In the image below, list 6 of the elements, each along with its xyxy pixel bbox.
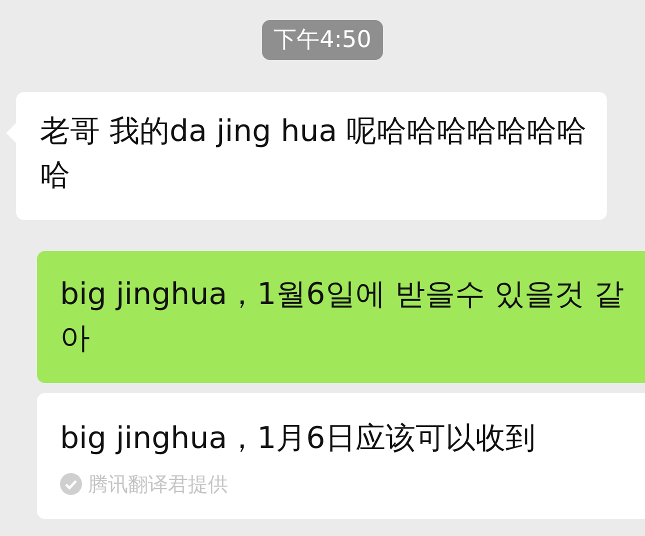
timestamp: 下午4:50 (262, 20, 384, 60)
check-icon (60, 473, 82, 495)
translated-text: big jinghua，1月6日应该可以收到 (60, 420, 536, 458)
message-bubble: 老哥 我的da jing hua 呢哈哈哈哈哈哈哈哈 (16, 92, 607, 220)
message-bubble: big jinghua，1월6일에 받을수 있을것 같아 (37, 251, 645, 383)
translation-credit: 腾讯翻译君提供 (88, 471, 228, 498)
